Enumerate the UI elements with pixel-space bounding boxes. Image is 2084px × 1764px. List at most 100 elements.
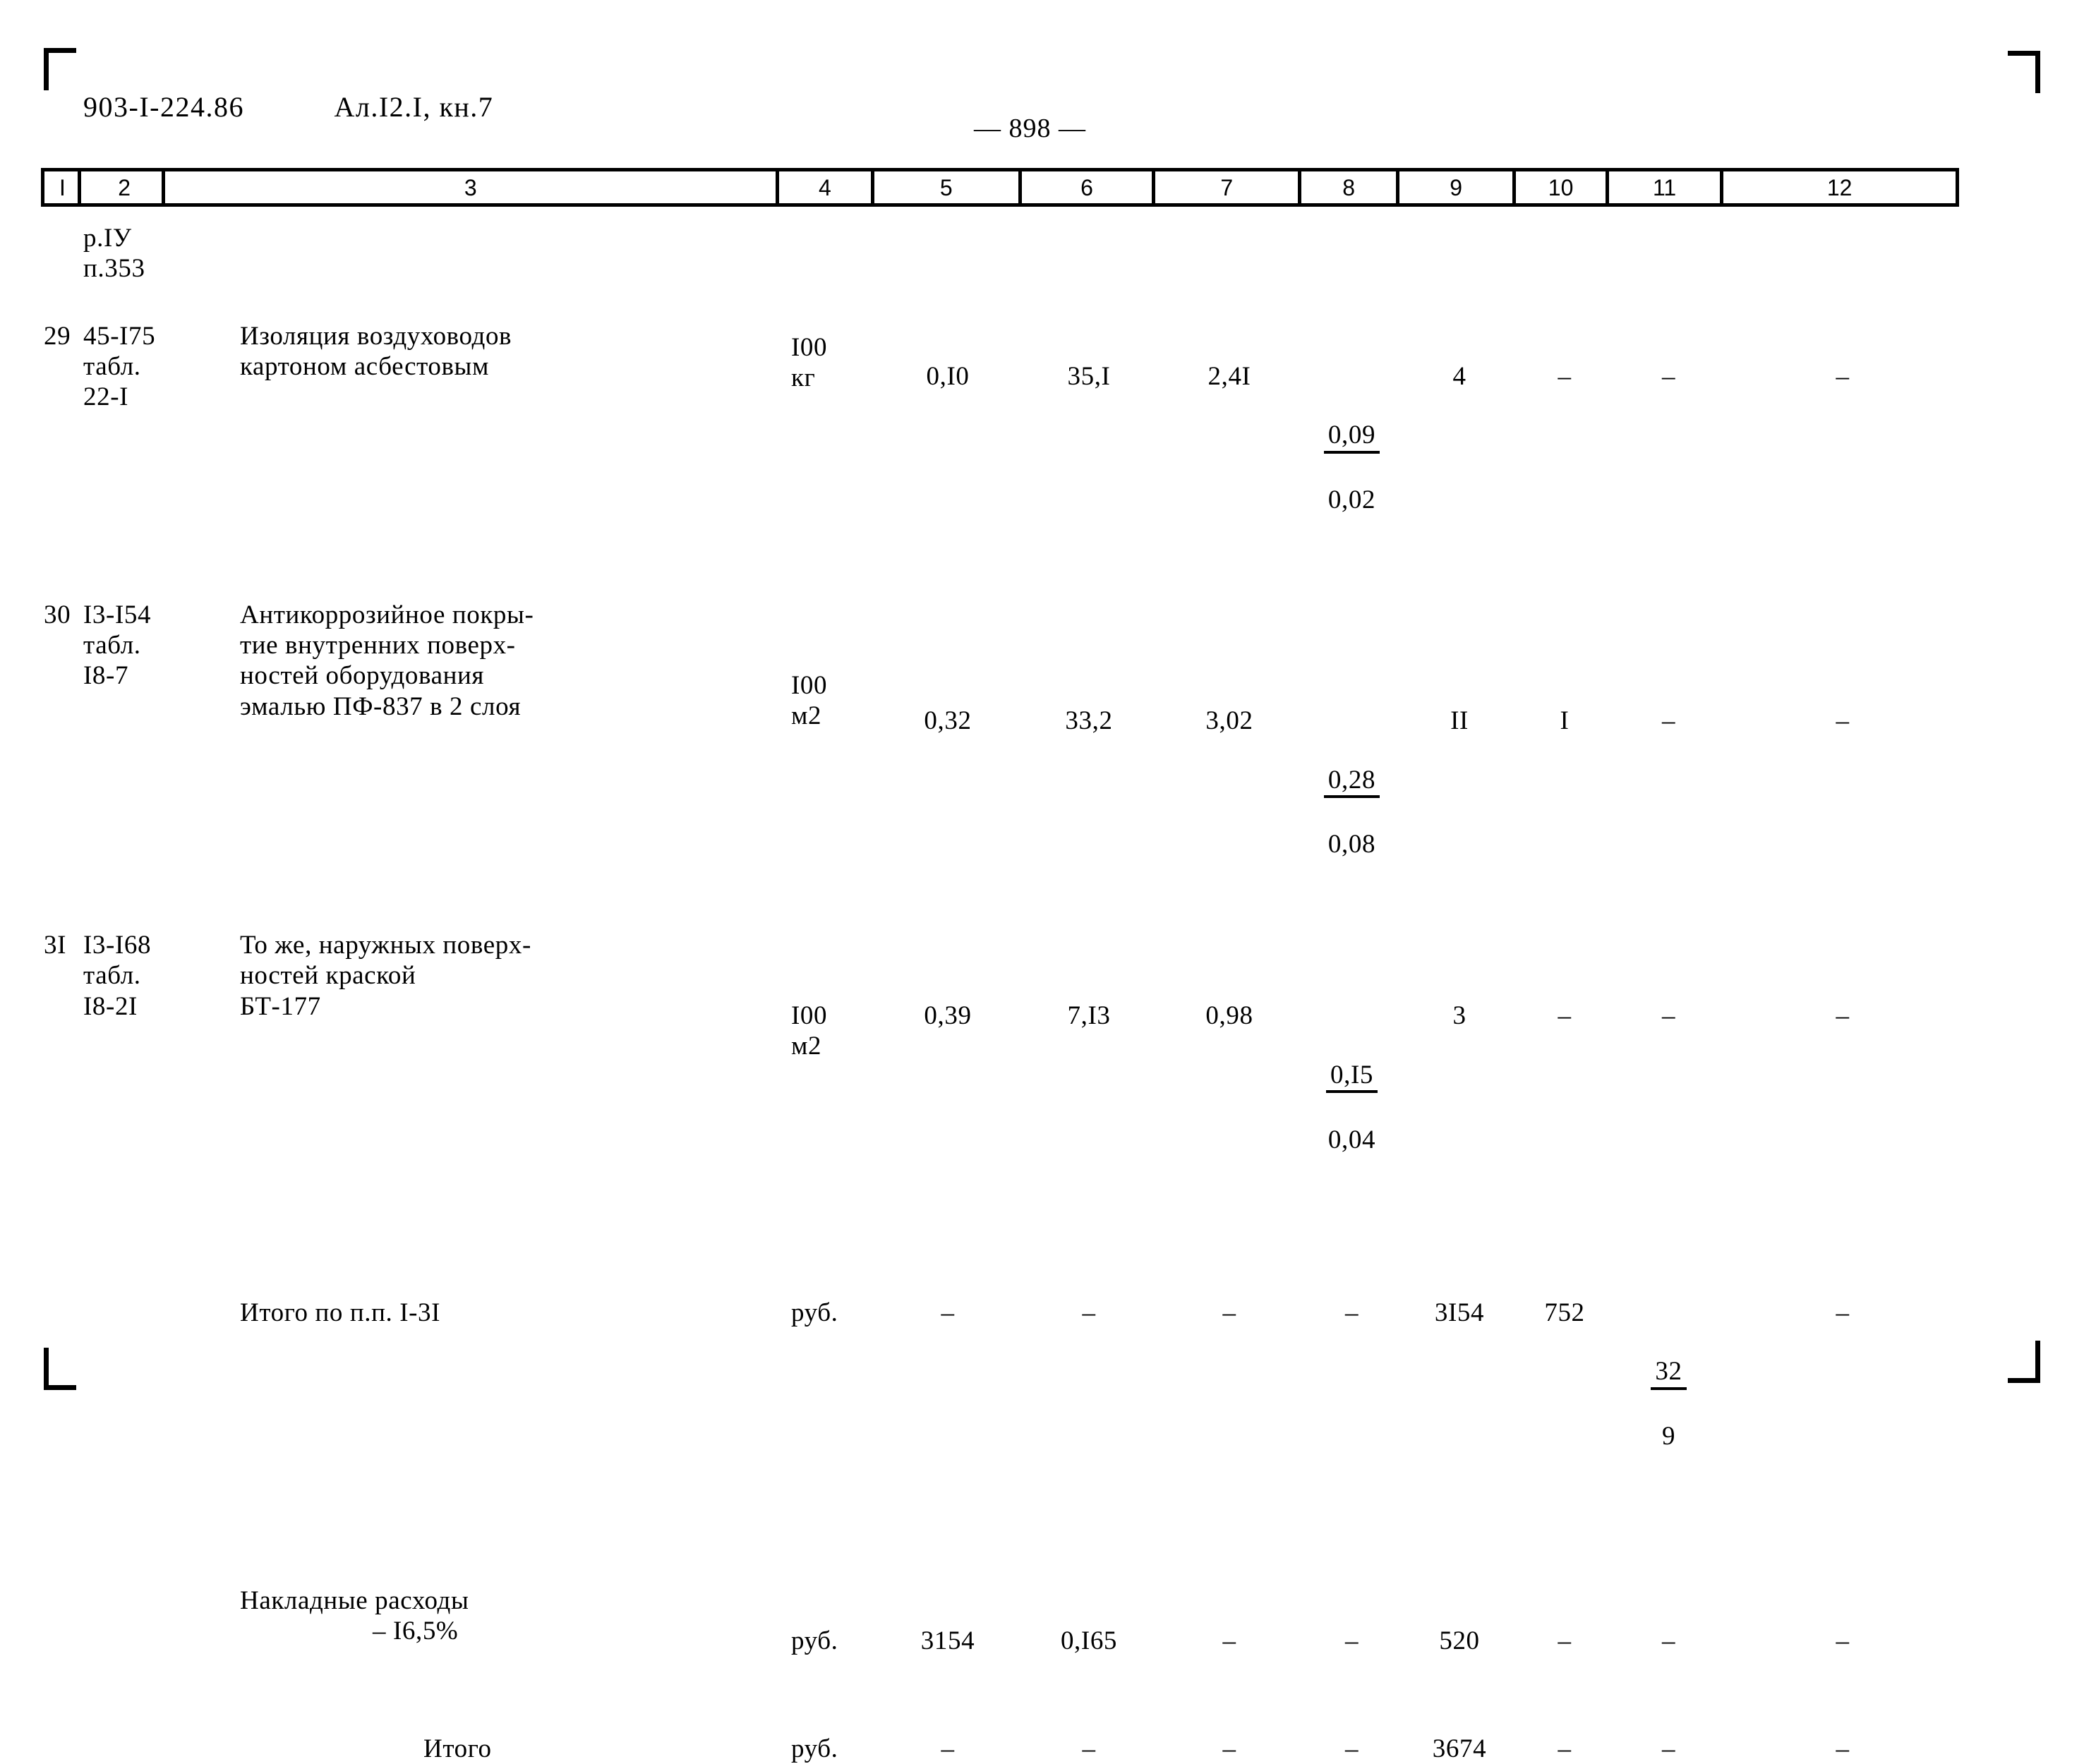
column-header-row: I 2 3 4 5 6 7 8 9 10 11 12 <box>41 168 1959 207</box>
section-ref-line1: р.IУ <box>83 224 132 253</box>
document-header: 903-I-224.86 Ал.I2.I, кн.7 <box>83 90 493 123</box>
overhead-value-12: – <box>1836 1626 1850 1655</box>
row-value-12: – <box>1836 1001 1850 1031</box>
subtotal-label: Итого по п.п. I-3I <box>240 1298 441 1327</box>
row-norm-code: 45-I75 табл. 22-I <box>83 321 156 412</box>
column-header-10: 10 <box>1516 171 1609 203</box>
row-norm-code: I3-I68 табл. I8-2I <box>83 931 152 1021</box>
column-header-2: 2 <box>81 171 166 203</box>
fraction: 0,28 0,08 <box>1323 736 1380 888</box>
row-value-10: I <box>1560 706 1570 735</box>
document-code: 903-I-224.86 <box>83 91 244 123</box>
fraction-numerator: 0,I5 <box>1326 1061 1378 1094</box>
row-value-11: – <box>1661 361 1676 391</box>
row-description: То же, наружных поверх- ностей краской Б… <box>240 931 531 1021</box>
column-header-12: 12 <box>1826 174 1853 200</box>
fraction-denominator: 9 <box>1661 1422 1676 1451</box>
row-value-6: 7,I3 <box>1067 1001 1111 1031</box>
overhead-unit: руб. <box>791 1626 838 1655</box>
overhead-value-6: 0,I65 <box>1060 1626 1118 1655</box>
overhead-value-9: 520 <box>1439 1626 1480 1655</box>
subtotal-value-11-fraction: 32 9 <box>1611 1298 1726 1481</box>
album-reference: Ал.I2.I, кн.7 <box>334 91 494 123</box>
subtotal-value-6: – <box>1082 1298 1096 1327</box>
row-value-6: 35,I <box>1067 361 1111 391</box>
subtotal-value-8: – <box>1344 1298 1359 1327</box>
row-value-5: 0,I0 <box>926 361 970 391</box>
row-unit: I00 м2 <box>791 1001 828 1061</box>
row-value-12: – <box>1836 361 1850 391</box>
grand-total-unit: руб. <box>791 1734 838 1764</box>
row-value-10: – <box>1558 361 1572 391</box>
table-row-grand-total: Итого руб. – – – – 3674 – – – <box>41 1734 1959 1764</box>
overhead-label: Накладные расходы – I6,5% <box>162 1585 778 1647</box>
corner-mark-bottom-right <box>2008 1341 2040 1383</box>
row-norm-code: I3-I54 табл. I8-7 <box>83 600 152 691</box>
row-value-5: 0,32 <box>924 706 972 735</box>
row-item-number: 29 <box>44 321 71 351</box>
grand-total-value-6: – <box>1082 1734 1096 1764</box>
overhead-label-line2: – I6,5% <box>373 1617 459 1646</box>
overhead-value-7: – <box>1222 1626 1236 1655</box>
subtotal-value-12: – <box>1836 1298 1850 1327</box>
column-header-4: 4 <box>779 171 874 203</box>
grand-total-value-10: – <box>1558 1734 1572 1764</box>
fraction-numerator: 0,09 <box>1323 421 1380 454</box>
row-value-7: 2,4I <box>1207 361 1251 391</box>
row-value-7: 3,02 <box>1205 706 1253 735</box>
row-value-11: – <box>1661 1001 1676 1031</box>
row-value-12: – <box>1836 706 1850 735</box>
subtotal-value-7: – <box>1222 1298 1236 1327</box>
subtotal-value-10: 752 <box>1544 1298 1585 1327</box>
section-ref-line2: п.353 <box>83 254 145 284</box>
column-header-3: 3 <box>165 171 780 203</box>
row-value-6: 33,2 <box>1065 706 1113 735</box>
column-header-6: 6 <box>1022 171 1156 203</box>
row-value-8-fraction: 0,09 0,02 <box>1303 321 1401 545</box>
table-row-subtotal: Итого по п.п. I-3I руб. – – – – 3I54 752… <box>41 1298 1959 1481</box>
fraction-denominator: 0,04 <box>1327 1125 1376 1154</box>
grand-total-value-11: – <box>1661 1734 1676 1764</box>
grand-total-value-8: – <box>1344 1734 1359 1764</box>
row-value-8-fraction: 0,I5 0,04 <box>1303 930 1401 1184</box>
page-number: — 898 — <box>974 114 1086 143</box>
table-row: 29 45-I75 табл. 22-I Изоляция воздуховод… <box>41 321 1959 545</box>
overhead-label-line1: Накладные расходы <box>240 1585 469 1615</box>
grand-total-value-12: – <box>1836 1734 1850 1764</box>
row-value-9: 4 <box>1452 361 1466 391</box>
row-unit: I00 м2 <box>791 670 828 731</box>
grand-total-value-7: – <box>1222 1734 1236 1764</box>
overhead-value-11: – <box>1661 1626 1676 1655</box>
column-header-8: 8 <box>1301 171 1399 203</box>
table-row-section-reference: р.IУ п.353 <box>41 223 1959 284</box>
corner-mark-top-left <box>44 48 76 90</box>
row-value-10: – <box>1558 1001 1572 1031</box>
row-item-number: 3I <box>44 931 67 960</box>
row-value-11: – <box>1661 706 1676 735</box>
column-header-7: 7 <box>1155 171 1302 203</box>
row-value-5: 0,39 <box>924 1001 972 1031</box>
corner-mark-top-right <box>2008 51 2040 93</box>
row-description: Изоляция воздуховодов картоном асбестовы… <box>240 321 512 381</box>
subtotal-value-9: 3I54 <box>1434 1298 1485 1327</box>
section-ref-code: р.IУ п.353 <box>78 223 162 284</box>
overhead-value-5: 3154 <box>920 1626 975 1655</box>
fraction-denominator: 0,08 <box>1327 830 1376 859</box>
fraction-numerator: 32 <box>1651 1357 1687 1390</box>
row-description: Антикоррозийное покры- тие внутренних по… <box>240 600 534 721</box>
estimate-table: р.IУ п.353 29 45-I75 табл. 22-I Изоляция … <box>41 212 1959 1764</box>
row-item-number: 30 <box>44 600 71 629</box>
fraction-denominator: 0,02 <box>1327 485 1376 515</box>
row-unit: I00 кг <box>791 332 828 392</box>
row-value-7: 0,98 <box>1205 1001 1253 1031</box>
fraction-numerator: 0,28 <box>1323 766 1380 799</box>
table-row: 3I I3-I68 табл. I8-2I То же, наружных по… <box>41 930 1959 1184</box>
table-row-overhead: Накладные расходы – I6,5% руб. 3154 0,I65… <box>41 1585 1959 1656</box>
subtotal-value-5: – <box>941 1298 955 1327</box>
grand-total-label: Итого <box>423 1734 492 1764</box>
grand-total-value-9: 3674 <box>1432 1734 1487 1764</box>
overhead-value-8: – <box>1344 1626 1359 1655</box>
fraction: 0,09 0,02 <box>1323 392 1380 544</box>
table-row: 30 I3-I54 табл. I8-7 Антикоррозийное пок… <box>41 600 1959 889</box>
column-header-1: I <box>44 171 81 203</box>
